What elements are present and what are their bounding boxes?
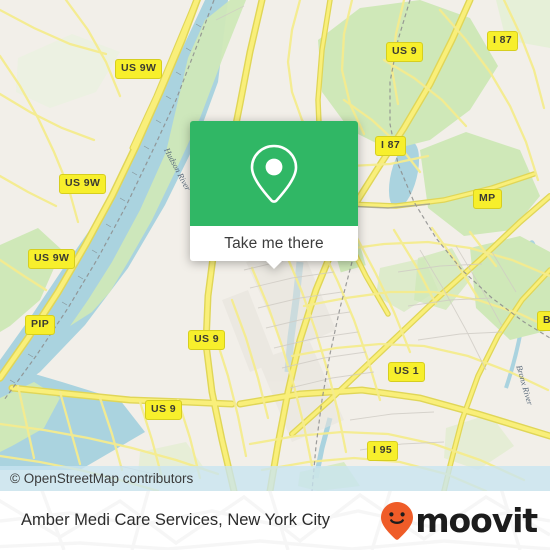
moovit-logo[interactable]: moovit	[380, 501, 538, 541]
road-shield-i87-2[interactable]: I 87	[375, 136, 407, 156]
moovit-wordmark: moovit	[415, 501, 538, 540]
map-pin-icon	[250, 144, 298, 203]
map-canvas[interactable]: Hudson River Bronx River US 9W US 9W US …	[0, 0, 550, 491]
road-shield-us9w-2[interactable]: US 9W	[59, 174, 107, 194]
road-shield-us9-1[interactable]: US 9	[188, 330, 225, 350]
road-shield-us9w-1[interactable]: US 9W	[115, 59, 163, 79]
road-shield-i87-1[interactable]: I 87	[487, 31, 519, 51]
road-shield-us9-2[interactable]: US 9	[145, 400, 182, 420]
callout-header	[190, 121, 358, 226]
footer-bar: Amber Medi Care Services, New York City …	[0, 491, 550, 550]
take-me-there-button[interactable]: Take me there	[190, 226, 358, 269]
road-shield-pip[interactable]: PIP	[25, 315, 56, 335]
road-shield-br[interactable]: BR	[537, 311, 550, 331]
road-shield-i95[interactable]: I 95	[367, 441, 399, 461]
road-shield-us1[interactable]: US 1	[388, 362, 425, 382]
callout-pointer-tail	[265, 260, 283, 269]
moovit-smiley-pin-icon	[381, 501, 414, 540]
page-title: Amber Medi Care Services, New York City	[21, 511, 331, 529]
road-shield-us9w-3[interactable]: US 9W	[28, 249, 76, 269]
take-me-there-label: Take me there	[224, 234, 324, 252]
moovit-location-card: Hudson River Bronx River US 9W US 9W US …	[0, 0, 550, 550]
location-callout[interactable]: Take me there	[190, 121, 358, 269]
road-shield-us9-3[interactable]: US 9	[386, 42, 423, 62]
openstreetmap-attribution[interactable]: © OpenStreetMap contributors	[10, 471, 193, 486]
map-attribution-bar: © OpenStreetMap contributors	[0, 466, 550, 491]
road-shield-mp[interactable]: MP	[473, 189, 502, 209]
